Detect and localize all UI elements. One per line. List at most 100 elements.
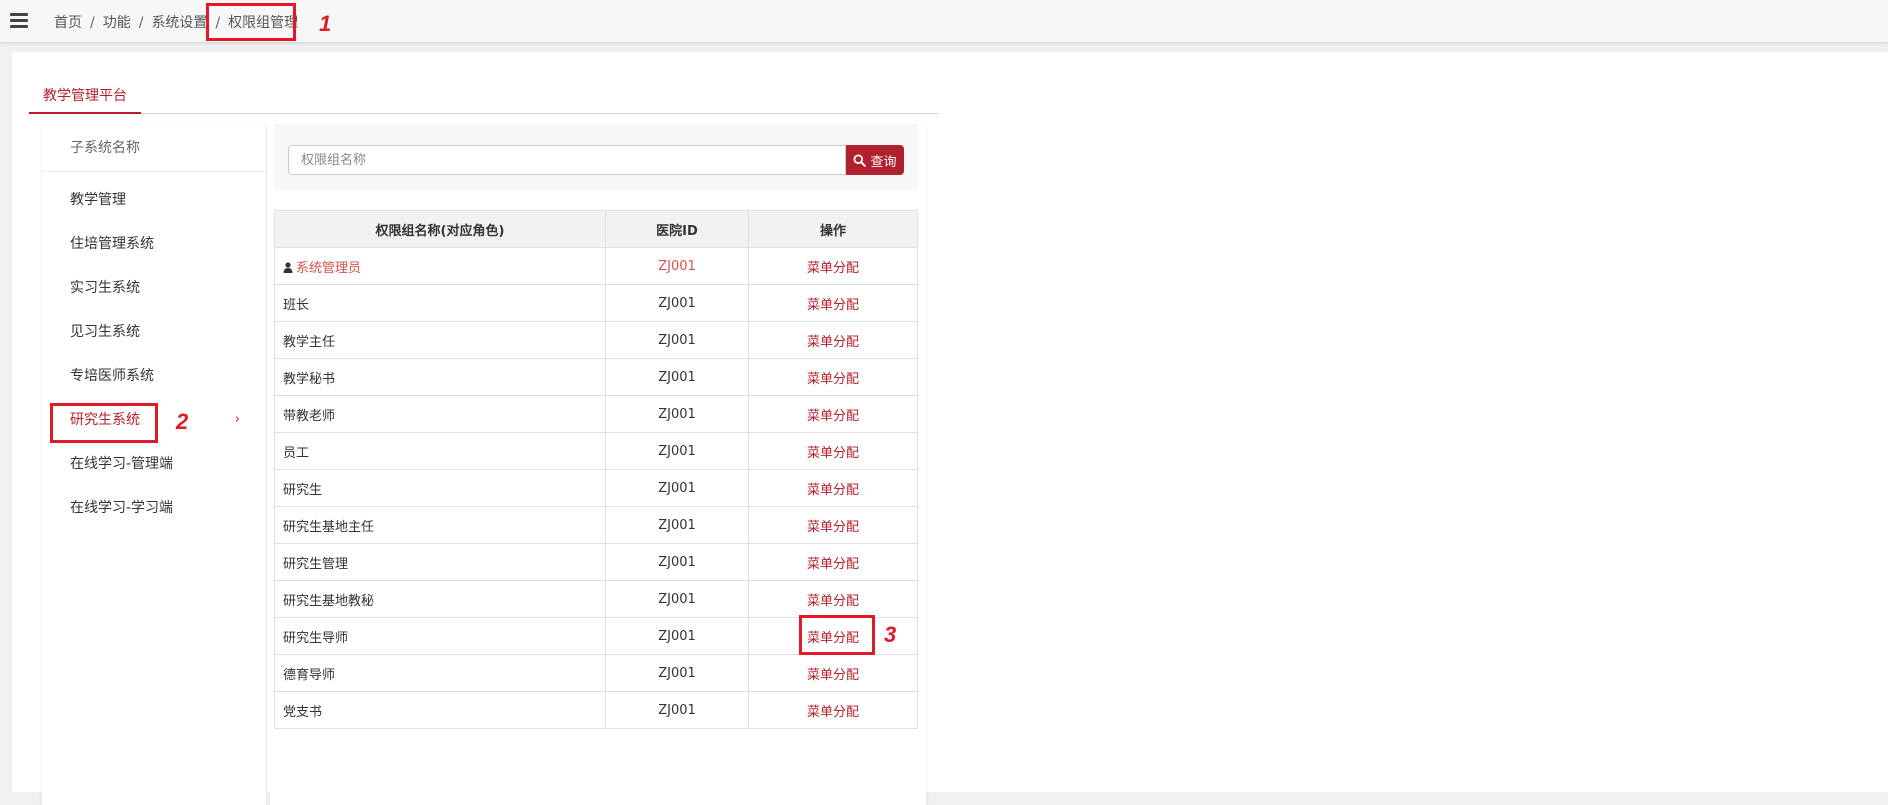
column-header-name: 权限组名称(对应角色) (274, 210, 606, 248)
menu-assign-link[interactable]: 菜单分配 (807, 261, 859, 276)
table-row: 研究生导师 ZJ001 菜单分配 (274, 617, 918, 655)
hospital-id-cell: ZJ001 (605, 469, 749, 507)
permission-group-name-cell: 教学秘书 (274, 358, 606, 396)
sidebar-item-label: 见习生系统 (70, 324, 140, 340)
permission-group-name: 教学秘书 (283, 371, 336, 387)
permission-group-name-cell: 党支书 (274, 691, 606, 729)
permission-group-name-cell: 研究生基地主任 (274, 506, 606, 544)
sidebar-item-label: 住培管理系统 (70, 236, 154, 252)
permission-group-name-cell: 研究生基地教秘 (274, 580, 606, 618)
menu-assign-link[interactable]: 菜单分配 (807, 372, 859, 387)
permission-group-name: 系统管理员 (296, 260, 362, 276)
table-body: 系统管理员 ZJ001 菜单分配 班长 ZJ001 菜单分配 教学主任 ZJ001 菜单分配 教学… (274, 247, 918, 729)
permission-group-name-cell: 研究生导师 (274, 617, 606, 655)
permission-group-name: 研究生导师 (283, 630, 349, 646)
sidebar-item-graduate[interactable]: 研究生系统 › (42, 398, 266, 442)
breadcrumb-system-settings[interactable]: 系统设置 (151, 15, 207, 31)
hospital-id-cell: ZJ001 (605, 432, 749, 470)
sidebar-item-label: 实习生系统 (70, 280, 140, 296)
column-header-action: 操作 (748, 210, 918, 248)
breadcrumb-current: 权限组管理 (228, 15, 299, 31)
table-row: 班长 ZJ001 菜单分配 (274, 284, 918, 322)
search-bar: 查询 (274, 125, 918, 190)
breadcrumb-function[interactable]: 功能 (103, 15, 131, 31)
hospital-id-cell: ZJ001 (605, 284, 749, 322)
menu-assign-link[interactable]: 菜单分配 (807, 705, 859, 720)
menu-assign-link[interactable]: 菜单分配 (807, 668, 859, 683)
hospital-id-cell: ZJ001 (605, 617, 749, 655)
breadcrumb-separator: / (215, 15, 221, 31)
sidebar-item-label: 在线学习-管理端 (70, 456, 174, 472)
hospital-id-cell: ZJ001 (605, 654, 749, 692)
hospital-id-cell: ZJ001 (605, 395, 749, 433)
permission-group-name: 班长 (283, 297, 310, 313)
permission-group-name-cell: 带教老师 (274, 395, 606, 433)
menu-assign-link[interactable]: 菜单分配 (807, 446, 859, 461)
search-button[interactable]: 查询 (846, 145, 904, 175)
menu-assign-link[interactable]: 菜单分配 (807, 557, 859, 572)
subsystem-sidebar: 子系统名称 教学管理 住培管理系统 实习生系统 见习生系统 专培医师系统 研究生… (42, 125, 267, 805)
sidebar-item-label: 研究生系统 (70, 412, 140, 428)
sidebar-item-label: 教学管理 (70, 192, 126, 208)
sidebar-item-online-learner[interactable]: 在线学习-学习端 (42, 486, 266, 530)
breadcrumb-separator: / (90, 15, 95, 31)
tab-teaching-platform[interactable]: 教学管理平台 (29, 80, 141, 114)
hospital-id-cell: ZJ001 (605, 506, 749, 544)
menu-assign-link[interactable]: 菜单分配 (807, 298, 859, 313)
breadcrumb-home[interactable]: 首页 (54, 15, 82, 31)
menu-icon[interactable] (10, 13, 28, 29)
table-row: 党支书 ZJ001 菜单分配 (274, 691, 918, 729)
annotation-number-1: 1 (319, 11, 332, 36)
action-cell: 菜单分配 (748, 284, 918, 322)
action-cell: 菜单分配 (748, 543, 918, 581)
tab-bar: 教学管理平台 (29, 80, 939, 114)
permission-group-name-cell: 研究生 (274, 469, 606, 507)
sidebar-item-teaching[interactable]: 教学管理 (42, 178, 266, 222)
main-content: 查询 权限组名称(对应角色) 医院ID 操作 系统管理员ZJ001菜单分配班长Z… (270, 125, 926, 805)
table-row: 教学秘书 ZJ001 菜单分配 (274, 358, 918, 396)
action-cell: 菜单分配 (748, 654, 918, 692)
menu-assign-link[interactable]: 菜单分配 (807, 520, 859, 535)
sidebar-item-trainee[interactable]: 见习生系统 (42, 310, 266, 354)
breadcrumb: 首页 / 功能 / 系统设置 / 权限组管理 (54, 12, 298, 32)
table-row: 带教老师 ZJ001 菜单分配 (274, 395, 918, 433)
permission-group-name: 带教老师 (283, 408, 336, 424)
permission-group-name: 党支书 (283, 704, 323, 720)
action-cell: 菜单分配 (748, 432, 918, 470)
action-cell: 菜单分配 (748, 247, 918, 285)
permission-group-name-cell: 教学主任 (274, 321, 606, 359)
top-bar: 首页 / 功能 / 系统设置 / 权限组管理 (0, 0, 1888, 43)
permission-group-search-input[interactable] (288, 145, 846, 175)
action-cell: 菜单分配 (748, 358, 918, 396)
search-icon (853, 153, 867, 167)
table-row: 研究生 ZJ001 菜单分配 (274, 469, 918, 507)
table-row: 研究生基地教秘 ZJ001 菜单分配 (274, 580, 918, 618)
menu-assign-link[interactable]: 菜单分配 (807, 409, 859, 424)
menu-assign-link[interactable]: 菜单分配 (807, 483, 859, 498)
hospital-id-cell: ZJ001 (605, 580, 749, 618)
permission-group-name: 员工 (283, 445, 310, 461)
sidebar-item-specialist[interactable]: 专培医师系统 (42, 354, 266, 398)
action-cell: 菜单分配 (748, 321, 918, 359)
table-row: 系统管理员 ZJ001 菜单分配 (274, 247, 918, 285)
hospital-id-cell: ZJ001 (605, 543, 749, 581)
permission-group-name: 研究生管理 (283, 556, 349, 572)
permission-group-name-cell: 员工 (274, 432, 606, 470)
menu-assign-link[interactable]: 菜单分配 (807, 335, 859, 350)
hospital-id-cell: ZJ001 (605, 247, 749, 285)
column-header-hospital-id: 医院ID (605, 210, 749, 248)
menu-assign-link[interactable]: 菜单分配 (807, 631, 859, 646)
permission-group-name: 教学主任 (283, 334, 336, 350)
permission-group-name: 研究生基地主任 (283, 519, 375, 535)
sidebar-item-online-admin[interactable]: 在线学习-管理端 (42, 442, 266, 486)
permission-group-name: 德育导师 (283, 667, 336, 683)
search-button-label: 查询 (870, 154, 897, 170)
table-row: 德育导师 ZJ001 菜单分配 (274, 654, 918, 692)
sidebar-item-label: 专培医师系统 (70, 368, 154, 384)
permission-group-name-cell: 系统管理员 (274, 247, 606, 285)
permission-group-name: 研究生 (283, 482, 323, 498)
menu-assign-link[interactable]: 菜单分配 (807, 594, 859, 609)
sidebar-item-residency[interactable]: 住培管理系统 (42, 222, 266, 266)
breadcrumb-separator: / (138, 15, 144, 31)
sidebar-item-intern[interactable]: 实习生系统 (42, 266, 266, 310)
